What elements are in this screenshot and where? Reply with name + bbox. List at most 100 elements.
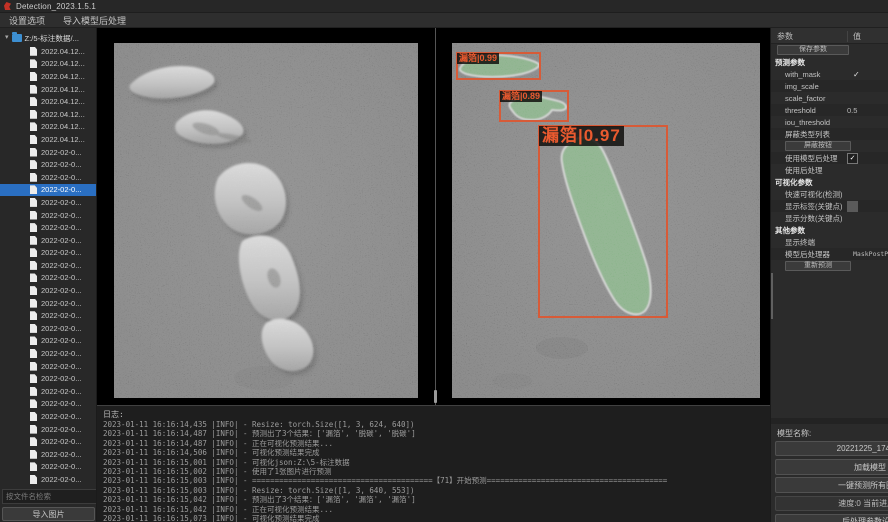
- tree-item-label: 2022-02-0...: [41, 412, 81, 421]
- tree-item[interactable]: 2022.04.12...: [0, 133, 96, 146]
- tree-item[interactable]: 2022.04.12...: [0, 121, 96, 134]
- param-row[interactable]: iou_threshold: [771, 116, 888, 128]
- tree-item[interactable]: 2022-02-0...: [0, 196, 96, 209]
- tree-item[interactable]: 2022-02-0...: [0, 360, 96, 373]
- file-icon: [30, 47, 37, 56]
- tree-item[interactable]: 2022-02-0...: [0, 221, 96, 234]
- tree-item[interactable]: 2022-02-0...: [0, 322, 96, 335]
- model-name-button[interactable]: 20221225_174813: [775, 441, 888, 456]
- tree-item[interactable]: 2022-02-0...: [0, 410, 96, 423]
- param-label: img_scale: [771, 82, 819, 91]
- param-row[interactable]: 显示分数(关键点): [771, 212, 888, 224]
- file-icon: [30, 148, 37, 157]
- param-row[interactable]: scale_factor: [771, 92, 888, 104]
- detection-label: 漏箔|0.97: [539, 126, 624, 146]
- menu-import-postprocess[interactable]: 导入模型后处理: [63, 14, 126, 27]
- tree-item[interactable]: 2022.04.12...: [0, 45, 96, 58]
- file-sidebar: ▾ Z:/5-标注数据/... 2022.04.12...2022.04.12.…: [0, 28, 97, 522]
- import-images-button[interactable]: 导入图片: [2, 507, 95, 521]
- filename-search-input[interactable]: [2, 489, 97, 504]
- tree-item[interactable]: 2022-02-0...: [0, 184, 96, 197]
- tree-item[interactable]: 2022-02-0...: [0, 448, 96, 461]
- tree-item[interactable]: 2022-02-0...: [0, 423, 96, 436]
- folder-icon: [12, 34, 22, 42]
- tree-item[interactable]: 2022-02-0...: [0, 247, 96, 260]
- param-row[interactable]: 使用模型后处理✓: [771, 152, 888, 164]
- tree-item[interactable]: 2022-02-0...: [0, 473, 96, 486]
- tree-item-label: 2022.04.12...: [41, 59, 85, 68]
- tree-item-label: 2022.04.12...: [41, 85, 85, 94]
- tree-item[interactable]: 2022-02-0...: [0, 335, 96, 348]
- tree-item-label: 2022-02-0...: [41, 261, 81, 270]
- tree-item[interactable]: 2022-02-0...: [0, 461, 96, 474]
- checkbox-checked[interactable]: ✓: [847, 153, 858, 164]
- tree-item[interactable]: 2022-02-0...: [0, 435, 96, 448]
- right-image-panel[interactable]: 漏箔|0.99漏箔|0.89漏箔|0.97: [452, 43, 760, 398]
- param-row[interactable]: threshold 0.5: [771, 104, 888, 116]
- tree-item[interactable]: 2022-02-0...: [0, 259, 96, 272]
- predict-all-button[interactable]: 一键预测所有图片: [775, 477, 888, 493]
- param-row[interactable]: 显示终端: [771, 236, 888, 248]
- tree-item[interactable]: 2022-02-0...: [0, 158, 96, 171]
- tree-item-label: 2022-02-0...: [41, 198, 81, 207]
- param-button-row: 屏蔽按钮: [771, 140, 888, 152]
- tree-item[interactable]: 2022-02-0...: [0, 209, 96, 222]
- file-icon: [30, 59, 37, 68]
- param-button[interactable]: 保存参数: [777, 45, 849, 55]
- param-row[interactable]: img_scale: [771, 80, 888, 92]
- tree-item[interactable]: 2022-02-0...: [0, 297, 96, 310]
- tree-item[interactable]: 2022-02-0...: [0, 272, 96, 285]
- tree-item-label: 2022-02-0...: [41, 311, 81, 320]
- param-table-header: 参数 值: [771, 28, 888, 44]
- param-label: 模型后处理器: [771, 249, 830, 260]
- params-scrollbar[interactable]: [771, 273, 773, 319]
- param-button[interactable]: 屏蔽按钮: [785, 141, 851, 151]
- log-line: 2023-01-11 16:16:15,042 |INFO| - 正在可视化预测…: [103, 505, 770, 514]
- tree-item[interactable]: 2022-02-0...: [0, 146, 96, 159]
- tree-item[interactable]: 2022-02-0...: [0, 234, 96, 247]
- tree-item[interactable]: 2022-02-0...: [0, 398, 96, 411]
- tree-item[interactable]: 2022-02-0...: [0, 284, 96, 297]
- file-icon: [30, 462, 37, 471]
- log-line: 2023-01-11 16:16:14,435 |INFO| - Resize:…: [103, 420, 770, 429]
- log-line: 2023-01-11 16:16:15,073 |INFO| - 可视化预测结果…: [103, 514, 770, 522]
- tree-item[interactable]: 2022.04.12...: [0, 70, 96, 83]
- param-row[interactable]: with_mask✓: [771, 68, 888, 80]
- tree-item[interactable]: 2022.04.12...: [0, 95, 96, 108]
- expander-icon[interactable]: ▾: [5, 34, 9, 42]
- tree-item[interactable]: 2022-02-0...: [0, 347, 96, 360]
- param-row[interactable]: 屏蔽类型列表: [771, 128, 888, 140]
- param-row[interactable]: 使用后处理: [771, 164, 888, 176]
- tree-item-label: 2022-02-0...: [41, 475, 81, 484]
- tree-root[interactable]: ▾ Z:/5-标注数据/...: [0, 31, 96, 45]
- left-image-panel[interactable]: [114, 43, 418, 398]
- param-row[interactable]: 模型后处理器 MaskPostPro: [771, 248, 888, 260]
- tree-item[interactable]: 2022-02-0...: [0, 309, 96, 322]
- param-label: threshold: [771, 106, 816, 115]
- param-value[interactable]: 0.5: [847, 106, 857, 115]
- load-model-button[interactable]: 加载模型: [775, 459, 888, 475]
- tree-item-label: 2022-02-0...: [41, 324, 81, 333]
- section-divider: [771, 418, 888, 424]
- file-icon: [30, 412, 37, 421]
- param-value[interactable]: MaskPostPro: [853, 250, 888, 258]
- tree-item-label: 2022-02-0...: [41, 336, 81, 345]
- checkbox-unchecked[interactable]: [847, 201, 858, 212]
- tree-item[interactable]: 2022.04.12...: [0, 83, 96, 96]
- tree-item[interactable]: 2022-02-0...: [0, 372, 96, 385]
- tree-item[interactable]: 2022-02-0...: [0, 385, 96, 398]
- menu-settings[interactable]: 设置选项: [9, 14, 45, 27]
- param-row[interactable]: 显示标签(关键点): [771, 200, 888, 212]
- tree-item[interactable]: 2022.04.12...: [0, 58, 96, 71]
- param-row[interactable]: 快速可视化(检测): [771, 188, 888, 200]
- check-icon[interactable]: ✓: [853, 70, 860, 79]
- file-icon: [30, 450, 37, 459]
- log-line: 2023-01-11 16:16:15,003 |INFO| - =======…: [103, 476, 770, 485]
- tree-item-label: 2022-02-0...: [41, 299, 81, 308]
- tree-item[interactable]: 2022-02-0...: [0, 171, 96, 184]
- tree-item[interactable]: 2022.04.12...: [0, 108, 96, 121]
- panel-splitter[interactable]: [433, 28, 439, 405]
- postprocess-settings-button[interactable]: 后处理参数设置: [775, 514, 888, 522]
- param-button[interactable]: 重新预测: [785, 261, 851, 271]
- log-panel[interactable]: 日志: 2023-01-11 16:16:14,435 |INFO| - Res…: [97, 405, 770, 522]
